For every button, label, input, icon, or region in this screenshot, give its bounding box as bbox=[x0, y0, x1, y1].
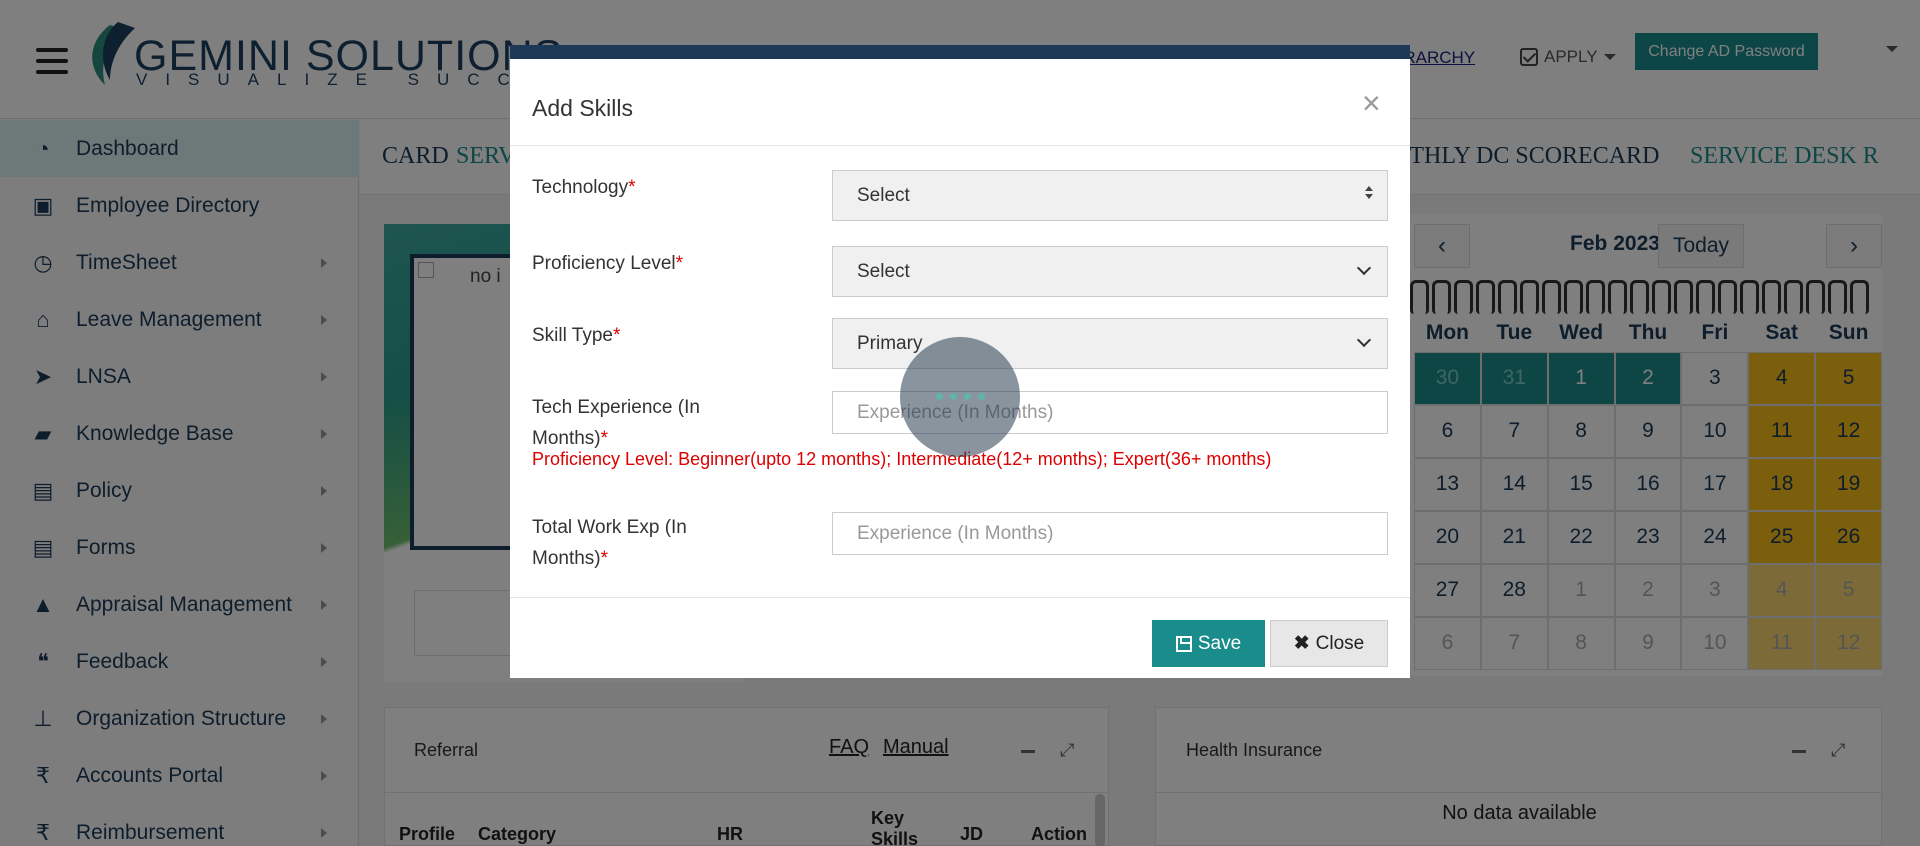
technology-label: Technology* bbox=[532, 177, 636, 198]
modal-title: Add Skills bbox=[532, 95, 633, 121]
proficiency-level-label: Proficiency Level* bbox=[532, 253, 684, 274]
tech-experience-label: Tech Experience (In Months)* bbox=[532, 397, 700, 449]
total-work-exp-placeholder: Experience (In Months) bbox=[857, 522, 1054, 544]
chevron-down-icon bbox=[1356, 260, 1372, 276]
proficiency-hint: Proficiency Level: Beginner(upto 12 mont… bbox=[532, 449, 1272, 469]
skill-type-label: Skill Type* bbox=[532, 325, 621, 346]
close-button[interactable]: ✖ Close bbox=[1270, 620, 1388, 667]
skill-type-value: Primary bbox=[857, 332, 923, 354]
divider bbox=[510, 597, 1410, 598]
floppy-disk-icon bbox=[1175, 635, 1192, 652]
total-work-exp-label: Total Work Exp (In Months)* bbox=[532, 517, 687, 569]
proficiency-level-value: Select bbox=[857, 260, 910, 282]
total-work-exp-input[interactable]: Experience (In Months) bbox=[832, 512, 1388, 555]
technology-select[interactable]: Select bbox=[832, 170, 1388, 221]
chevron-down-icon bbox=[1356, 332, 1372, 348]
save-button[interactable]: Save bbox=[1152, 620, 1265, 667]
x-icon: ✖ bbox=[1293, 633, 1310, 654]
technology-select-value: Select bbox=[857, 184, 910, 206]
divider bbox=[510, 145, 1410, 146]
loading-spinner-icon bbox=[900, 337, 1020, 457]
close-icon[interactable]: × bbox=[1362, 87, 1381, 119]
proficiency-level-select[interactable]: Select bbox=[832, 246, 1388, 297]
updown-arrows-icon bbox=[1365, 186, 1373, 199]
